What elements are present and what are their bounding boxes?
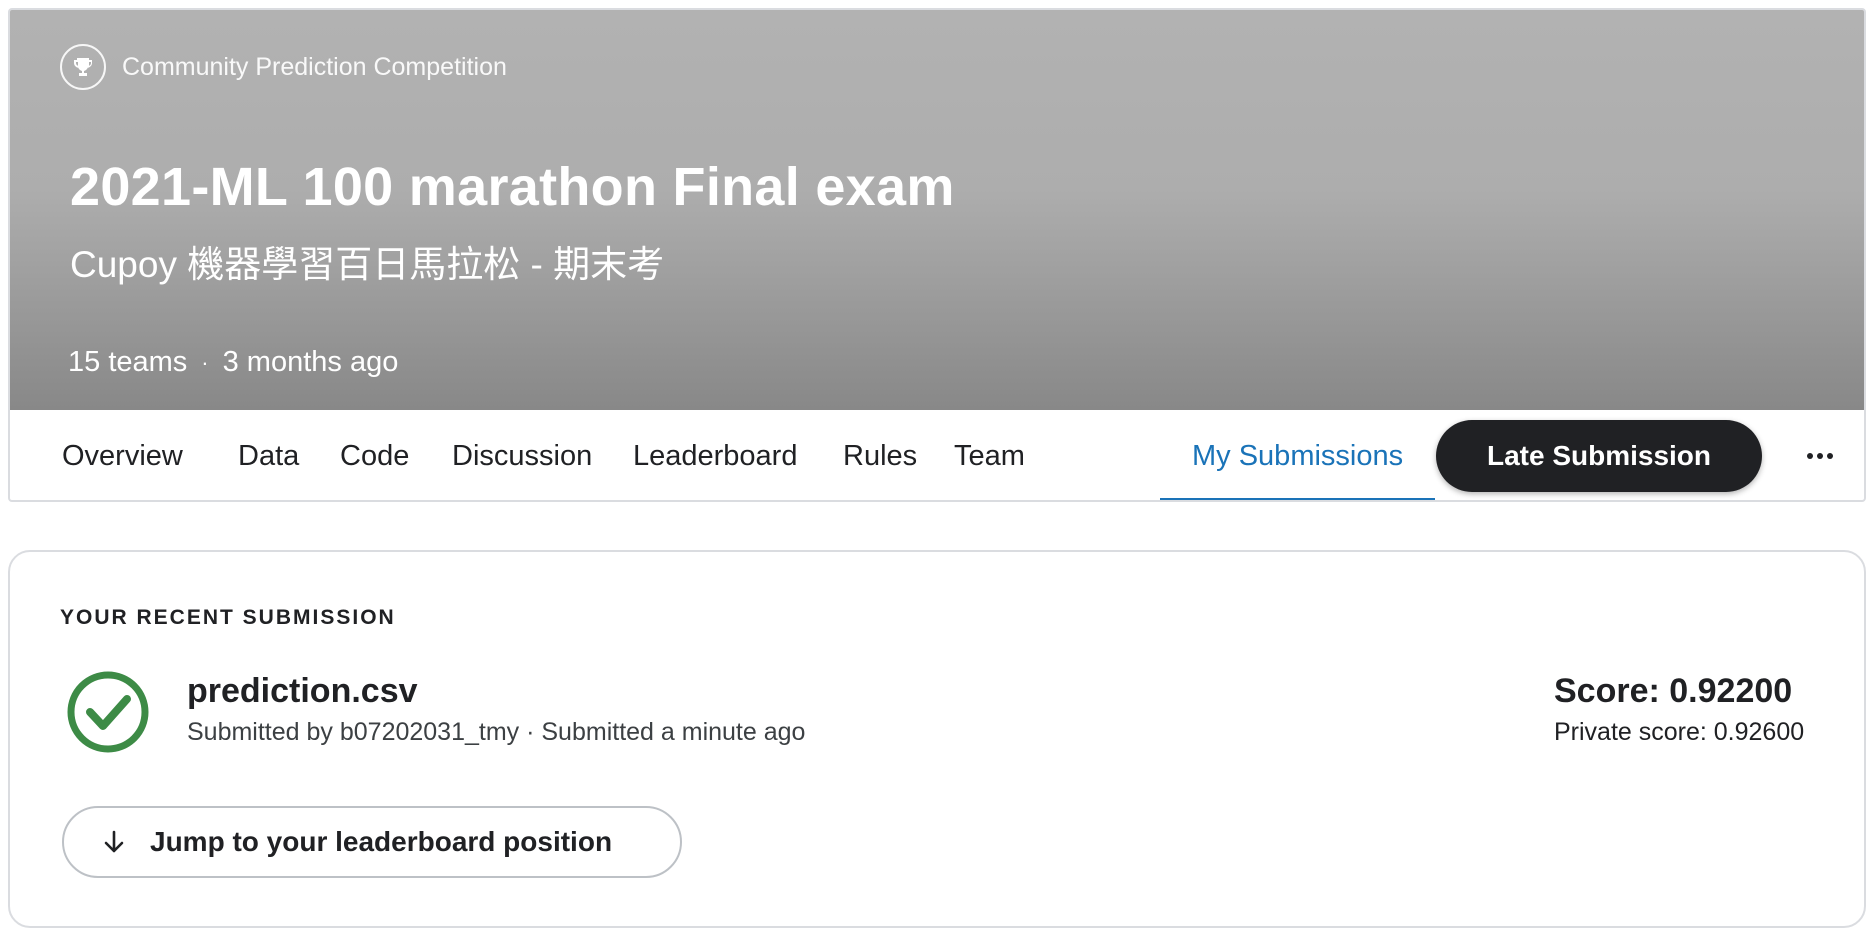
late-submission-button[interactable]: Late Submission xyxy=(1436,420,1762,492)
arrow-down-icon xyxy=(104,830,124,853)
tab-overview[interactable]: Overview xyxy=(62,410,183,500)
teams-count: 15 teams xyxy=(68,346,188,378)
private-score: Private score: 0.92600 xyxy=(1554,718,1805,746)
trophy-icon xyxy=(60,44,106,90)
section-label: YOUR RECENT SUBMISSION xyxy=(60,606,396,629)
tab-discussion[interactable]: Discussion xyxy=(452,410,592,500)
check-circle-icon xyxy=(67,671,149,753)
more-horizontal-icon[interactable] xyxy=(1796,436,1844,476)
public-score: Score: 0.92200 xyxy=(1554,672,1793,710)
competition-meta: 15 teams · 3 months ago xyxy=(68,346,398,379)
competition-header: Community Prediction Competition 2021-ML… xyxy=(8,8,1866,502)
competition-type: Community Prediction Competition xyxy=(60,44,507,90)
tab-team[interactable]: Team xyxy=(954,410,1025,500)
competition-subtitle: Cupoy 機器學習百日馬拉松 - 期末考 xyxy=(70,244,665,285)
submission-file-name[interactable]: prediction.csv xyxy=(187,672,418,711)
page: Community Prediction Competition 2021-ML… xyxy=(0,0,1874,938)
hero-banner: Community Prediction Competition 2021-ML… xyxy=(10,10,1864,410)
tab-leaderboard[interactable]: Leaderboard xyxy=(633,410,797,500)
time-ago: 3 months ago xyxy=(222,346,399,378)
tab-code[interactable]: Code xyxy=(340,410,409,500)
meta-separator: · xyxy=(201,349,209,375)
tab-my-submissions[interactable]: My Submissions xyxy=(1159,410,1436,500)
tab-bar: Overview Data Code Discussion Leaderboar… xyxy=(10,410,1864,500)
submission-meta: Submitted by b07202031_tmy · Submitted a… xyxy=(187,718,806,746)
tab-data[interactable]: Data xyxy=(238,410,299,500)
jump-button-label: Jump to your leaderboard position xyxy=(150,826,613,857)
tab-rules[interactable]: Rules xyxy=(843,410,917,500)
competition-title: 2021-ML 100 marathon Final exam xyxy=(70,157,955,217)
jump-to-leaderboard-button[interactable]: Jump to your leaderboard position xyxy=(62,806,682,878)
competition-type-label: Community Prediction Competition xyxy=(122,52,507,81)
recent-submission-card: YOUR RECENT SUBMISSION prediction.csv Su… xyxy=(8,550,1866,928)
